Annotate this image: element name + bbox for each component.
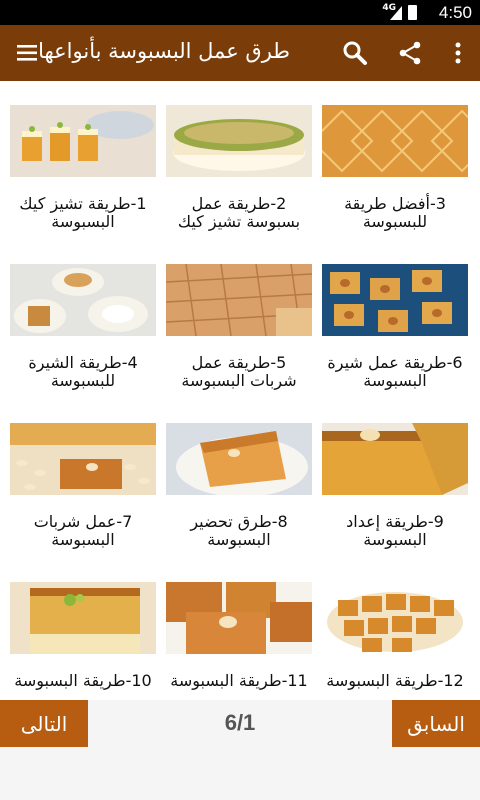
recipe-title: 12-طريقة البسبوسة <box>326 671 464 690</box>
recipe-thumbnail <box>166 423 312 495</box>
recipe-thumbnail <box>322 105 468 177</box>
status-bar: 4G 4:50 <box>0 0 480 25</box>
recipe-card[interactable]: 2-طريقة عمل بسبوسة تشيز كيك <box>166 105 312 231</box>
recipe-thumbnail <box>166 582 312 654</box>
recipe-card[interactable]: 5-طريقة عمل شربات البسبوسة <box>166 264 312 390</box>
recipe-thumbnail <box>322 582 468 654</box>
status-time: 4:50 <box>438 3 472 22</box>
app-title: طرق عمل البسبوسة بأنواعها <box>38 39 290 63</box>
recipe-title: 1-طريقة تشيز كيك البسبوسة <box>19 194 147 231</box>
recipe-title: 6-طريقة عمل شيرة البسبوسة <box>327 353 463 390</box>
recipe-thumbnail <box>322 423 468 495</box>
share-icon[interactable] <box>386 25 434 81</box>
recipe-title: 5-طريقة عمل شربات البسبوسة <box>181 353 297 390</box>
more-options-icon[interactable] <box>436 25 480 81</box>
recipe-card[interactable]: 6-طريقة عمل شيرة البسبوسة <box>322 264 468 390</box>
recipe-title: 8-طرق تحضير البسبوسة <box>190 512 288 549</box>
recipe-thumbnail <box>166 264 312 336</box>
recipe-card[interactable]: 7-عمل شربات البسبوسة <box>10 423 156 549</box>
recipe-card[interactable]: 4-طريقة الشيرة للبسبوسة <box>10 264 156 390</box>
recipe-thumbnail <box>10 105 156 177</box>
recipe-card[interactable]: 9-طريقة إعداد البسبوسة <box>322 423 468 549</box>
recipe-card[interactable]: 1-طريقة تشيز كيك البسبوسة <box>10 105 156 231</box>
recipe-title: 9-طريقة إعداد البسبوسة <box>346 512 444 549</box>
previous-button[interactable]: السابق <box>392 700 480 747</box>
pagination-bar: التالى 6/1 السابق <box>0 700 480 800</box>
search-icon[interactable] <box>331 25 379 81</box>
recipe-thumbnail <box>10 582 156 654</box>
recipe-card[interactable]: 8-طرق تحضير البسبوسة <box>166 423 312 549</box>
recipe-thumbnail <box>322 264 468 336</box>
recipe-title: 7-عمل شربات البسبوسة <box>33 512 133 549</box>
app-bar: طرق عمل البسبوسة بأنواعها <box>0 25 480 81</box>
recipe-grid: 3-أفضل طريقة للبسبوسة 2-طريقة عمل بسبوسة… <box>0 81 480 700</box>
recipe-card[interactable]: 12-طريقة البسبوسة <box>322 582 468 690</box>
recipe-title: 10-طريقة البسبوسة <box>14 671 152 690</box>
recipe-thumbnail <box>10 264 156 336</box>
recipe-card[interactable]: 10-طريقة البسبوسة <box>10 582 156 690</box>
recipe-title: 4-طريقة الشيرة للبسبوسة <box>28 353 138 390</box>
recipe-title: 11-طريقة البسبوسة <box>170 671 308 690</box>
recipe-card[interactable]: 11-طريقة البسبوسة <box>166 582 312 690</box>
recipe-thumbnail <box>10 423 156 495</box>
recipe-thumbnail <box>166 105 312 177</box>
recipe-title: 2-طريقة عمل بسبوسة تشيز كيك <box>177 194 301 231</box>
recipe-title: 3-أفضل طريقة للبسبوسة <box>344 194 446 231</box>
recipe-card[interactable]: 3-أفضل طريقة للبسبوسة <box>322 105 468 231</box>
signal-battery-icons <box>390 4 420 24</box>
